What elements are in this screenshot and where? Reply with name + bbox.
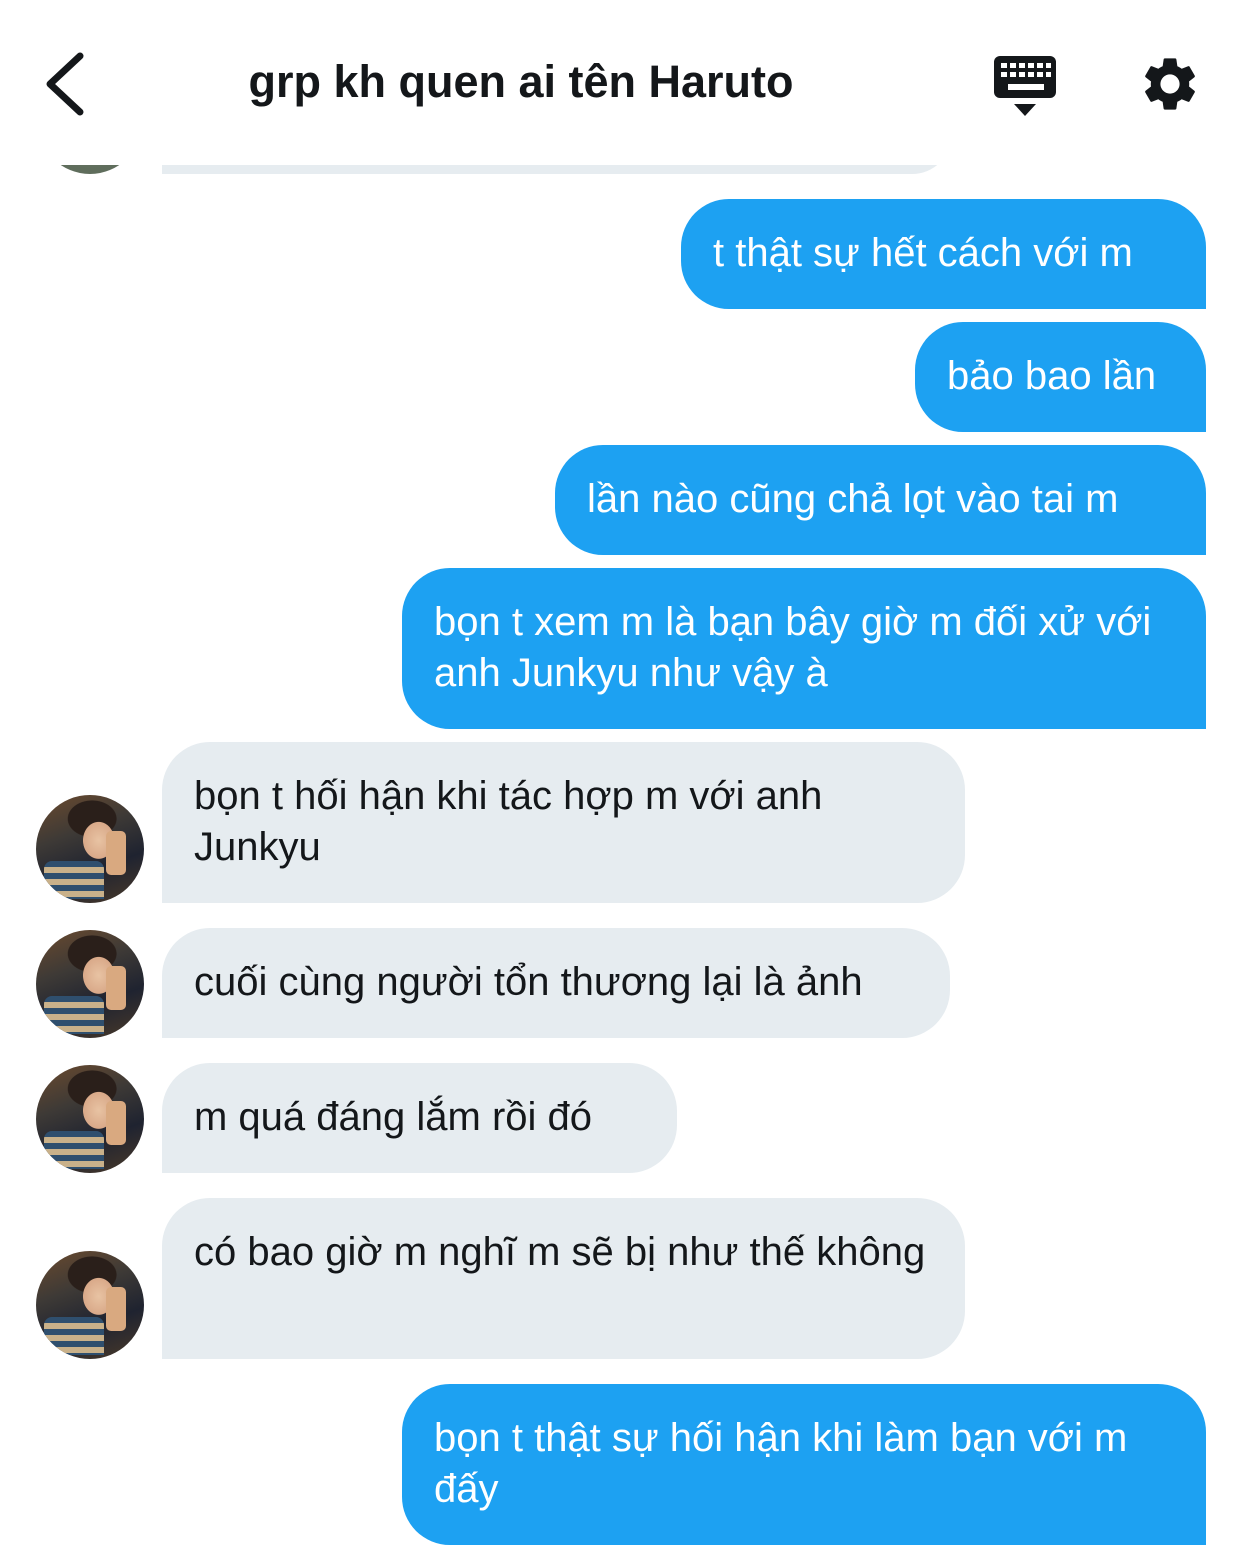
avatar[interactable] (36, 1065, 144, 1173)
message-bubble-sent[interactable]: bọn t xem m là bạn bây giờ m đối xử với … (402, 568, 1206, 729)
message-text: bảo bao lần (947, 354, 1157, 398)
message-bubble-sent[interactable]: lần nào cũng chả lọt vào tai m (555, 445, 1206, 555)
settings-button[interactable] (1138, 52, 1202, 116)
back-button[interactable] (38, 48, 98, 120)
message-bubble-sent[interactable]: bọn t thật sự hối hận khi làm bạn với m … (402, 1384, 1206, 1545)
keyboard-icon (994, 56, 1056, 116)
message-bubble-received[interactable]: cuối cùng người tổn thương lại là ảnh (162, 928, 950, 1038)
message-bubble-sent[interactable]: t thật sự hết cách với m (681, 199, 1206, 309)
message-text: lần nào cũng chả lọt vào tai m (587, 477, 1119, 521)
chevron-left-icon (46, 52, 84, 116)
message-bubble-received[interactable]: m quá đáng lắm rồi đó (162, 1063, 677, 1173)
gear-icon (1145, 58, 1195, 110)
message-text: có bao giờ m nghĩ m sẽ bị như thế không (194, 1230, 926, 1274)
conversation-title: grp kh quen ai tên Haruto (248, 56, 794, 107)
avatar[interactable] (36, 1251, 144, 1359)
message-bubble-received[interactable]: bọn t hối hận khi tác hợp m với anh Junk… (162, 742, 965, 903)
message-bubble-received[interactable]: có bao giờ m nghĩ m sẽ bị như thế không (162, 1198, 965, 1359)
keyboard-toggle-button[interactable] (992, 54, 1060, 118)
message-list: t thật sự hết cách với m bảo bao lần lần… (0, 0, 1242, 1549)
message-text: bọn t xem m là bạn bây giờ m đối xử với … (434, 600, 1152, 695)
conversation-header: grp kh quen ai tên Haruto (0, 0, 1242, 165)
message-text: m quá đáng lắm rồi đó (194, 1095, 593, 1139)
message-text: t thật sự hết cách với m (713, 231, 1133, 275)
message-text: bọn t hối hận khi tác hợp m với anh Junk… (194, 774, 823, 869)
message-text: cuối cùng người tổn thương lại là ảnh (194, 960, 863, 1004)
message-text: bọn t thật sự hối hận khi làm bạn với m … (434, 1416, 1128, 1511)
message-bubble-sent[interactable]: bảo bao lần (915, 322, 1206, 432)
avatar[interactable] (36, 795, 144, 903)
avatar[interactable] (36, 930, 144, 1038)
